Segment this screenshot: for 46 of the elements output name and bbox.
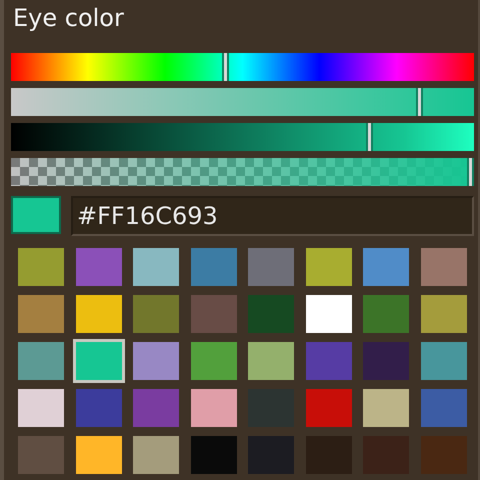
color-swatch[interactable]: [133, 295, 179, 333]
slider-thumb[interactable]: [467, 158, 474, 186]
color-swatch[interactable]: [363, 295, 409, 333]
color-swatch[interactable]: [76, 342, 122, 380]
color-swatch[interactable]: [18, 342, 64, 380]
hue-slider[interactable]: [11, 53, 474, 81]
color-swatch[interactable]: [363, 342, 409, 380]
color-swatch[interactable]: [76, 389, 122, 427]
saturation-slider[interactable]: [11, 88, 474, 116]
color-swatch[interactable]: [18, 248, 64, 286]
color-swatch[interactable]: [190, 295, 236, 333]
color-swatch[interactable]: [76, 436, 122, 474]
hex-input-field[interactable]: #FF16C693: [71, 196, 474, 236]
color-swatch[interactable]: [248, 295, 294, 333]
color-swatch[interactable]: [133, 436, 179, 474]
color-swatch[interactable]: [190, 389, 236, 427]
color-swatch[interactable]: [363, 248, 409, 286]
color-swatch[interactable]: [420, 342, 466, 380]
slider-thumb[interactable]: [222, 53, 229, 81]
panel-title: Eye color: [12, 3, 125, 34]
color-swatch[interactable]: [420, 295, 466, 333]
color-swatch[interactable]: [190, 248, 236, 286]
color-swatch[interactable]: [190, 342, 236, 380]
color-swatch[interactable]: [18, 389, 64, 427]
color-swatch[interactable]: [76, 295, 122, 333]
color-swatch[interactable]: [420, 389, 466, 427]
value-slider[interactable]: [11, 123, 474, 151]
color-swatch[interactable]: [133, 248, 179, 286]
color-swatch[interactable]: [133, 342, 179, 380]
color-swatch[interactable]: [306, 389, 352, 427]
slider-thumb[interactable]: [366, 123, 372, 151]
color-swatch[interactable]: [306, 342, 352, 380]
color-swatch[interactable]: [133, 389, 179, 427]
color-swatch[interactable]: [363, 389, 409, 427]
color-swatch[interactable]: [76, 248, 122, 286]
color-swatch[interactable]: [306, 295, 352, 333]
color-swatch[interactable]: [248, 248, 294, 286]
color-swatch[interactable]: [18, 436, 64, 474]
color-swatch[interactable]: [420, 248, 466, 286]
color-swatch[interactable]: [248, 436, 294, 474]
color-swatch[interactable]: [248, 342, 294, 380]
slider-thumb[interactable]: [416, 88, 424, 116]
color-swatch[interactable]: [190, 436, 236, 474]
alpha-slider[interactable]: [11, 158, 474, 186]
color-swatch[interactable]: [306, 248, 352, 286]
color-swatch[interactable]: [18, 295, 64, 333]
